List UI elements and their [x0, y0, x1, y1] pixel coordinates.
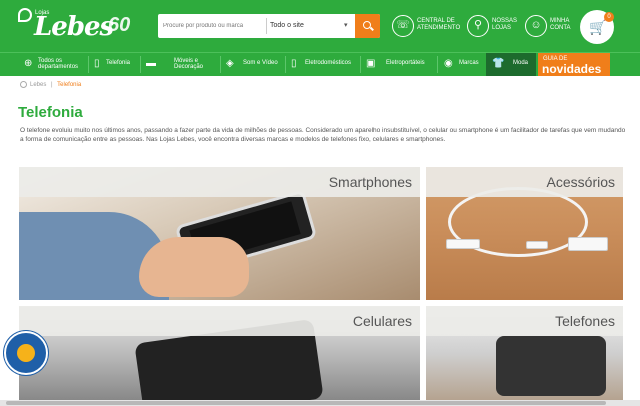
phone-icon: ▯: [94, 58, 100, 69]
search-button[interactable]: [355, 14, 380, 38]
account-label: MINHA CONTA: [550, 18, 571, 31]
horizontal-scrollbar[interactable]: [0, 400, 640, 406]
logo-name: Lebes: [34, 12, 114, 42]
nav-item-moveis[interactable]: ▬ Móveis e Decoração: [146, 53, 216, 76]
nav-item-eletroportateis[interactable]: ▣ Eletroportáteis: [366, 53, 434, 76]
home-icon[interactable]: [20, 81, 27, 88]
guia-label-bottom: novidades: [542, 62, 602, 76]
category-label-smartphones: Smartphones: [328, 174, 412, 190]
hand-graphic: [139, 237, 249, 297]
category-tile-telefones[interactable]: Telefones: [426, 306, 623, 400]
category-tile-smartphones[interactable]: Smartphones: [19, 167, 420, 300]
guia-novidades-banner[interactable]: GUIA DE novidades: [538, 53, 610, 76]
stores-label: NOSSAS LOJAS: [492, 18, 518, 31]
category-tile-celulares[interactable]: Celulares: [19, 306, 420, 400]
nav-item-eletrodomesticos[interactable]: ▯ Eletrodomésticos: [291, 53, 357, 76]
cart-button[interactable]: 🛒 0: [580, 10, 614, 44]
nav-item-telefonia[interactable]: ▯ Telefonia: [94, 53, 138, 76]
customer-service-label: CENTRAL DE ATENDIMENTO: [417, 18, 461, 31]
fridge-icon: ▯: [291, 58, 297, 69]
user-icon: ☺: [525, 15, 547, 37]
nav-item-marcas[interactable]: ◉ Marcas: [444, 53, 482, 76]
search-input[interactable]: [158, 14, 266, 38]
category-label-acessorios: Acessórios: [546, 174, 615, 190]
speaker-icon: ◈: [226, 58, 234, 69]
smiley-icon: [17, 344, 35, 362]
nav-item-som-video[interactable]: ◈ Som e Vídeo: [226, 53, 282, 76]
blender-icon: ▣: [366, 58, 376, 69]
page-title: Telefonia: [18, 104, 83, 121]
tag-icon: ◉: [444, 58, 453, 69]
plus-circle-icon: ⊕: [24, 58, 33, 69]
shirt-icon: 👕: [492, 58, 505, 69]
chevron-down-icon[interactable]: ▾: [344, 21, 348, 29]
nav-item-all-departments[interactable]: ⊕ Todos os departamentos: [24, 53, 86, 76]
breadcrumb-current: Telefonia: [57, 82, 82, 89]
location-pin-icon: ⚲: [467, 15, 489, 37]
leaf-icon: [18, 8, 32, 22]
search-scope-select[interactable]: Todo o site: [270, 14, 342, 38]
cart-count-badge: 0: [604, 12, 614, 22]
breadcrumb-home[interactable]: Lebes: [30, 82, 46, 88]
nav-item-moda[interactable]: 👕 Moda: [486, 53, 536, 76]
logo-anniversary: 60: [108, 14, 131, 36]
deskphone-graphic: [496, 336, 606, 396]
breadcrumb: Lebes | Telefonia: [20, 81, 81, 88]
headset-icon: ☏: [392, 15, 414, 37]
trust-seal-badge[interactable]: [4, 331, 48, 375]
site-header: Lojas Lebes 60 Todo o site ▾ ☏ CENTRAL D…: [0, 0, 640, 52]
search-bar: Todo o site ▾: [158, 14, 380, 38]
category-tile-acessorios[interactable]: Acessórios: [426, 167, 623, 300]
category-label-celulares: Celulares: [352, 313, 412, 329]
cart-icon: 🛒: [589, 19, 607, 35]
sofa-icon: ▬: [146, 58, 156, 69]
category-label-telefones: Telefones: [555, 313, 615, 329]
department-nav: ⊕ Todos os departamentos ▯ Telefonia ▬ M…: [0, 52, 640, 76]
scrollbar-thumb[interactable]: [6, 401, 606, 405]
lebes-logo[interactable]: Lojas Lebes 60: [18, 6, 136, 46]
page-description: O telefone evoluiu muito nos últimos ano…: [20, 127, 626, 143]
search-divider: [266, 18, 267, 34]
